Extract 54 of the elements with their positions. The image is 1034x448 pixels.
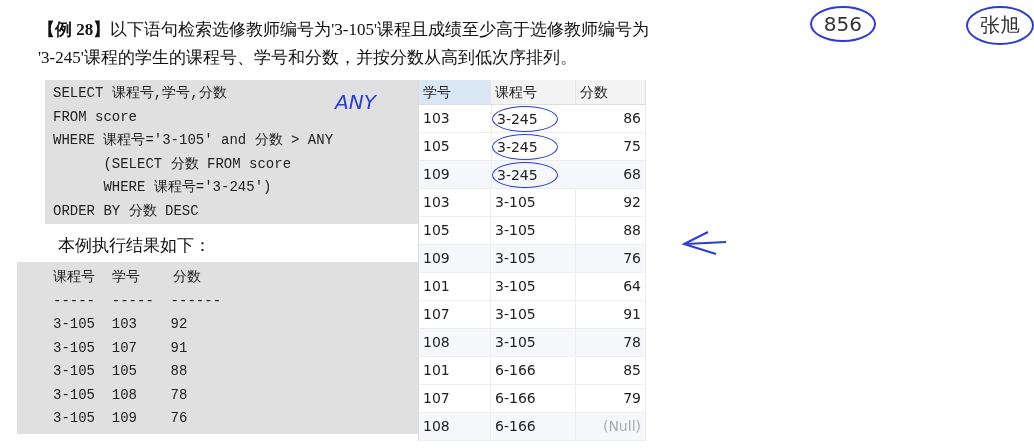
table-cell: 105 [419, 217, 492, 244]
code-line: WHERE 课程号='3-245') [102, 178, 272, 197]
result-line: 3-105 108 78 [53, 385, 188, 405]
result-line: 3-105 103 92 [53, 315, 188, 334]
code-line: WHERE 课程号='3-105' and 分数 > ANY [53, 131, 334, 150]
table-cell: 101 [419, 273, 492, 300]
table-cell: 105 [419, 133, 492, 160]
table-cell: 6-166 [491, 385, 576, 412]
table-cell: 88 [575, 217, 646, 244]
result-line: 3-105 107 91 [53, 338, 188, 358]
table-cell: 76 [575, 245, 646, 272]
table-cell: 85 [575, 357, 646, 384]
table-cell: 75 [575, 133, 646, 160]
table-cell: 3-105 [491, 301, 576, 328]
table-cell: 101 [419, 357, 492, 384]
table-cell: 3-105 [491, 189, 576, 216]
table-cell: 109 [419, 245, 492, 272]
table-cell: 78 [575, 329, 646, 356]
table-cell: 6-166 [491, 357, 576, 384]
value-text: 856 [809, 6, 876, 42]
table-cell: (Null) [575, 413, 646, 440]
table-cell: 91 [575, 301, 646, 328]
caption-text: 本例执行结果如下： [58, 235, 212, 257]
table-cell: 107 [419, 385, 492, 412]
table-cell: 108 [419, 329, 492, 356]
table-cell: 109 [419, 161, 492, 188]
table-cell: 108 [419, 413, 492, 440]
table-cell: 103 [419, 105, 492, 132]
table-cell: 92 [575, 189, 646, 216]
table-cell: 64 [575, 273, 646, 300]
column-header[interactable]: 课程号 [491, 80, 576, 104]
result-line: 课程号 学号 分数 [53, 268, 202, 287]
table-cell: 79 [575, 385, 646, 412]
table-cell: 3-105 [491, 329, 576, 356]
table-cell: 3-105 [491, 273, 576, 300]
handwritten-note: ANY [335, 90, 376, 114]
table-cell: 68 [575, 161, 646, 188]
code-line: FROM score [53, 107, 137, 127]
table-cell: 6-166 [491, 413, 576, 440]
result-line: 3-105 109 76 [53, 409, 188, 428]
result-line: 3-105 105 88 [53, 362, 188, 381]
code-line: (SELECT 分数 FROM score [102, 154, 292, 174]
column-header[interactable]: 学号 [419, 80, 492, 104]
result-line: ----- ----- ------ [53, 291, 222, 311]
code-line: ORDER BY 分数 DESC [53, 201, 199, 221]
code-line: SELECT 课程号,学号,分数 [53, 84, 227, 103]
value-text: 张旭 [966, 6, 1034, 45]
paragraph: 【例 28】以下语句检索选修教师编号为'3-105'课程且成绩至少高于选修教师编号为 '3-245'课程的学生的课程号、学号和分数，并按分数从高到低次序排列。 [38, 19, 651, 69]
table-cell: 107 [419, 301, 492, 328]
table-cell: 3-105 [491, 245, 576, 272]
column-header[interactable]: 分数 [575, 80, 646, 104]
table-cell: 86 [575, 105, 646, 132]
table-cell: 103 [419, 189, 492, 216]
table-cell: 3-105 [491, 217, 576, 244]
